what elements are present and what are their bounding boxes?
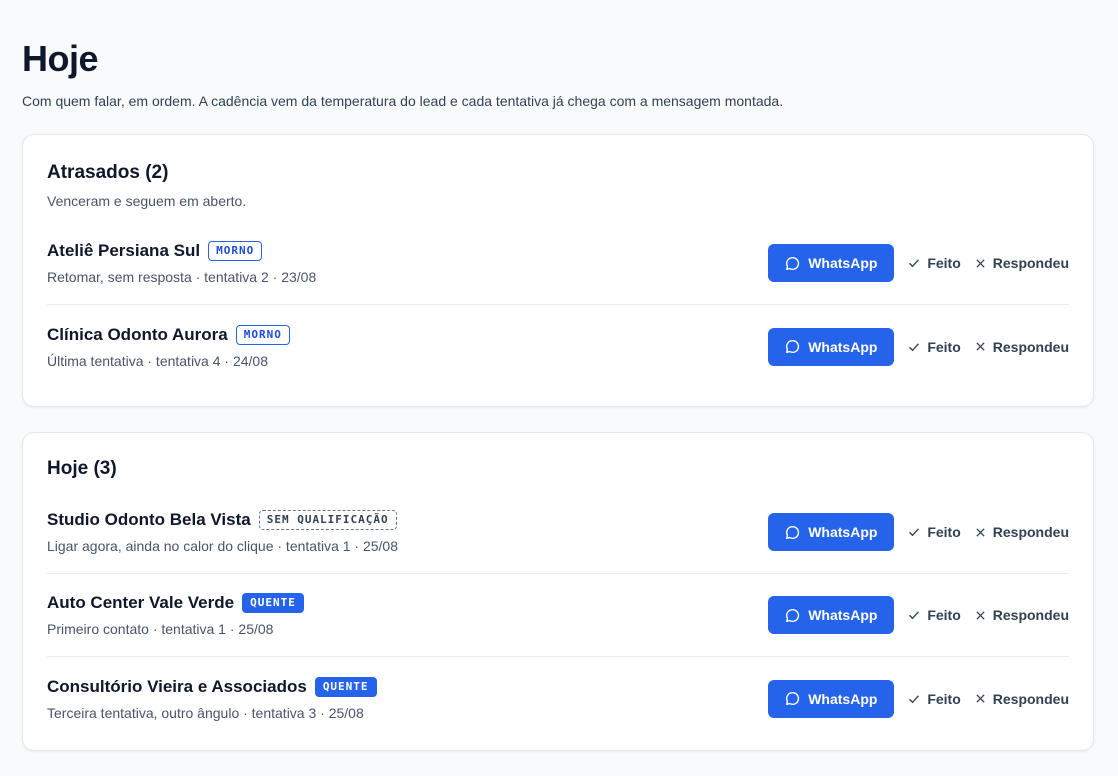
chat-bubble-icon xyxy=(786,339,800,354)
lead-row: Auto Center Vale Verde QUENTE Primeiro c… xyxy=(47,574,1069,657)
whatsapp-label: WhatsApp xyxy=(808,607,878,623)
lead-name: Ateliê Persiana Sul xyxy=(47,241,201,260)
lead-info: Clínica Odonto Aurora MORNO Última tenta… xyxy=(47,324,290,370)
section-title: Atrasados (2) xyxy=(47,162,169,183)
lead-info: Consultório Vieira e Associados QUENTE T… xyxy=(47,676,377,722)
lead-row: Ateliê Persiana Sul MORNO Retomar, sem r… xyxy=(47,222,1069,305)
check-icon xyxy=(909,528,920,537)
replied-button[interactable]: Respondeu xyxy=(975,524,1069,540)
replied-button[interactable]: Respondeu xyxy=(975,691,1069,707)
lead-name-line: Ateliê Persiana Sul MORNO xyxy=(47,240,316,262)
whatsapp-button[interactable]: WhatsApp xyxy=(768,596,895,634)
temperature-badge: SEM QUALIFICAÇÃO xyxy=(258,510,397,530)
whatsapp-button[interactable]: WhatsApp xyxy=(768,513,895,551)
x-icon xyxy=(976,342,985,351)
replied-label: Respondeu xyxy=(992,524,1069,540)
lead-meta: Ligar agora, ainda no calor do clique · … xyxy=(47,538,399,554)
done-label: Feito xyxy=(927,338,961,355)
temperature-badge: MORNO xyxy=(235,324,290,345)
check-icon xyxy=(909,342,920,351)
lead-actions: WhatsApp Feito Respondeu xyxy=(768,244,1069,282)
x-icon xyxy=(976,610,985,620)
whatsapp-button[interactable]: WhatsApp xyxy=(768,679,895,718)
lead-info: Studio Odonto Bela Vista SEM QUALIFICAÇÃ… xyxy=(47,509,398,555)
lead-meta: Retomar, sem resposta · tentativa 2 · 23… xyxy=(47,269,317,285)
section-hoje: Hoje (3) Studio Odonto Bela Vista SEM QU… xyxy=(22,432,1094,751)
page: Hoje Com quem falar, em ordem. A cadênci… xyxy=(0,0,1118,751)
section-atrasados: Atrasados (2) Venceram e seguem em abert… xyxy=(22,134,1094,407)
lead-name-line: Consultório Vieira e Associados QUENTE xyxy=(47,676,377,698)
whatsapp-label: WhatsApp xyxy=(808,690,878,707)
whatsapp-label: WhatsApp xyxy=(808,524,878,540)
x-icon xyxy=(976,694,985,703)
chat-bubble-icon xyxy=(786,691,800,706)
x-icon xyxy=(976,527,985,537)
replied-button[interactable]: Respondeu xyxy=(975,607,1069,623)
temperature-badge: QUENTE xyxy=(242,593,304,613)
lead-name: Studio Odonto Bela Vista xyxy=(47,510,251,529)
chat-bubble-icon xyxy=(786,256,800,270)
lead-row: Consultório Vieira e Associados QUENTE T… xyxy=(47,657,1069,740)
whatsapp-label: WhatsApp xyxy=(808,255,878,271)
lead-name-line: Auto Center Vale Verde QUENTE xyxy=(47,592,304,614)
lead-list: Ateliê Persiana Sul MORNO Retomar, sem r… xyxy=(47,222,1069,388)
temperature-badge: QUENTE xyxy=(314,676,377,697)
x-icon xyxy=(976,258,985,268)
lead-name: Auto Center Vale Verde xyxy=(47,593,235,612)
whatsapp-button[interactable]: WhatsApp xyxy=(768,244,895,282)
check-icon xyxy=(909,611,920,620)
lead-list: Studio Odonto Bela Vista SEM QUALIFICAÇÃ… xyxy=(47,491,1069,740)
replied-button[interactable]: Respondeu xyxy=(975,339,1069,355)
lead-meta: Primeiro contato · tentativa 1 · 25/08 xyxy=(47,621,274,637)
temperature-badge: MORNO xyxy=(208,241,263,261)
lead-actions: WhatsApp Feito Respondeu xyxy=(768,679,1069,718)
page-subtitle: Com quem falar, em ordem. A cadência vem… xyxy=(22,93,784,109)
done-label: Feito xyxy=(927,255,961,271)
replied-button[interactable]: Respondeu xyxy=(975,255,1069,271)
lead-info: Ateliê Persiana Sul MORNO Retomar, sem r… xyxy=(47,240,316,286)
done-button[interactable]: Feito xyxy=(908,690,961,707)
lead-name: Consultório Vieira e Associados xyxy=(47,676,307,696)
section-title: Hoje (3) xyxy=(47,458,117,479)
lead-actions: WhatsApp Feito Respondeu xyxy=(768,327,1069,366)
done-label: Feito xyxy=(927,607,961,623)
lead-row: Clínica Odonto Aurora MORNO Última tenta… xyxy=(47,305,1069,388)
replied-label: Respondeu xyxy=(992,255,1069,271)
lead-meta: Última tentativa · tentativa 4 · 24/08 xyxy=(47,352,268,369)
section-description: Venceram e seguem em aberto. xyxy=(47,193,247,209)
whatsapp-label: WhatsApp xyxy=(808,338,878,355)
lead-name-line: Studio Odonto Bela Vista SEM QUALIFICAÇÃ… xyxy=(47,509,398,531)
done-button[interactable]: Feito xyxy=(908,338,961,355)
whatsapp-button[interactable]: WhatsApp xyxy=(768,327,895,366)
replied-label: Respondeu xyxy=(992,607,1069,623)
lead-info: Auto Center Vale Verde QUENTE Primeiro c… xyxy=(47,592,304,638)
chat-bubble-icon xyxy=(786,525,800,539)
replied-label: Respondeu xyxy=(992,338,1069,355)
lead-meta: Terceira tentativa, outro ângulo · tenta… xyxy=(47,704,364,721)
done-button[interactable]: Feito xyxy=(908,255,961,271)
lead-actions: WhatsApp Feito Respondeu xyxy=(768,513,1069,551)
replied-label: Respondeu xyxy=(992,690,1069,707)
check-icon xyxy=(909,259,920,268)
done-label: Feito xyxy=(927,524,961,540)
done-button[interactable]: Feito xyxy=(908,607,961,623)
lead-row: Studio Odonto Bela Vista SEM QUALIFICAÇÃ… xyxy=(47,491,1069,574)
lead-actions: WhatsApp Feito Respondeu xyxy=(768,596,1069,634)
page-title: Hoje xyxy=(22,38,99,79)
check-icon xyxy=(909,694,920,703)
done-label: Feito xyxy=(927,690,961,707)
chat-bubble-icon xyxy=(786,608,800,622)
lead-name: Clínica Odonto Aurora xyxy=(47,324,228,344)
done-button[interactable]: Feito xyxy=(908,524,961,540)
lead-name-line: Clínica Odonto Aurora MORNO xyxy=(47,324,290,346)
